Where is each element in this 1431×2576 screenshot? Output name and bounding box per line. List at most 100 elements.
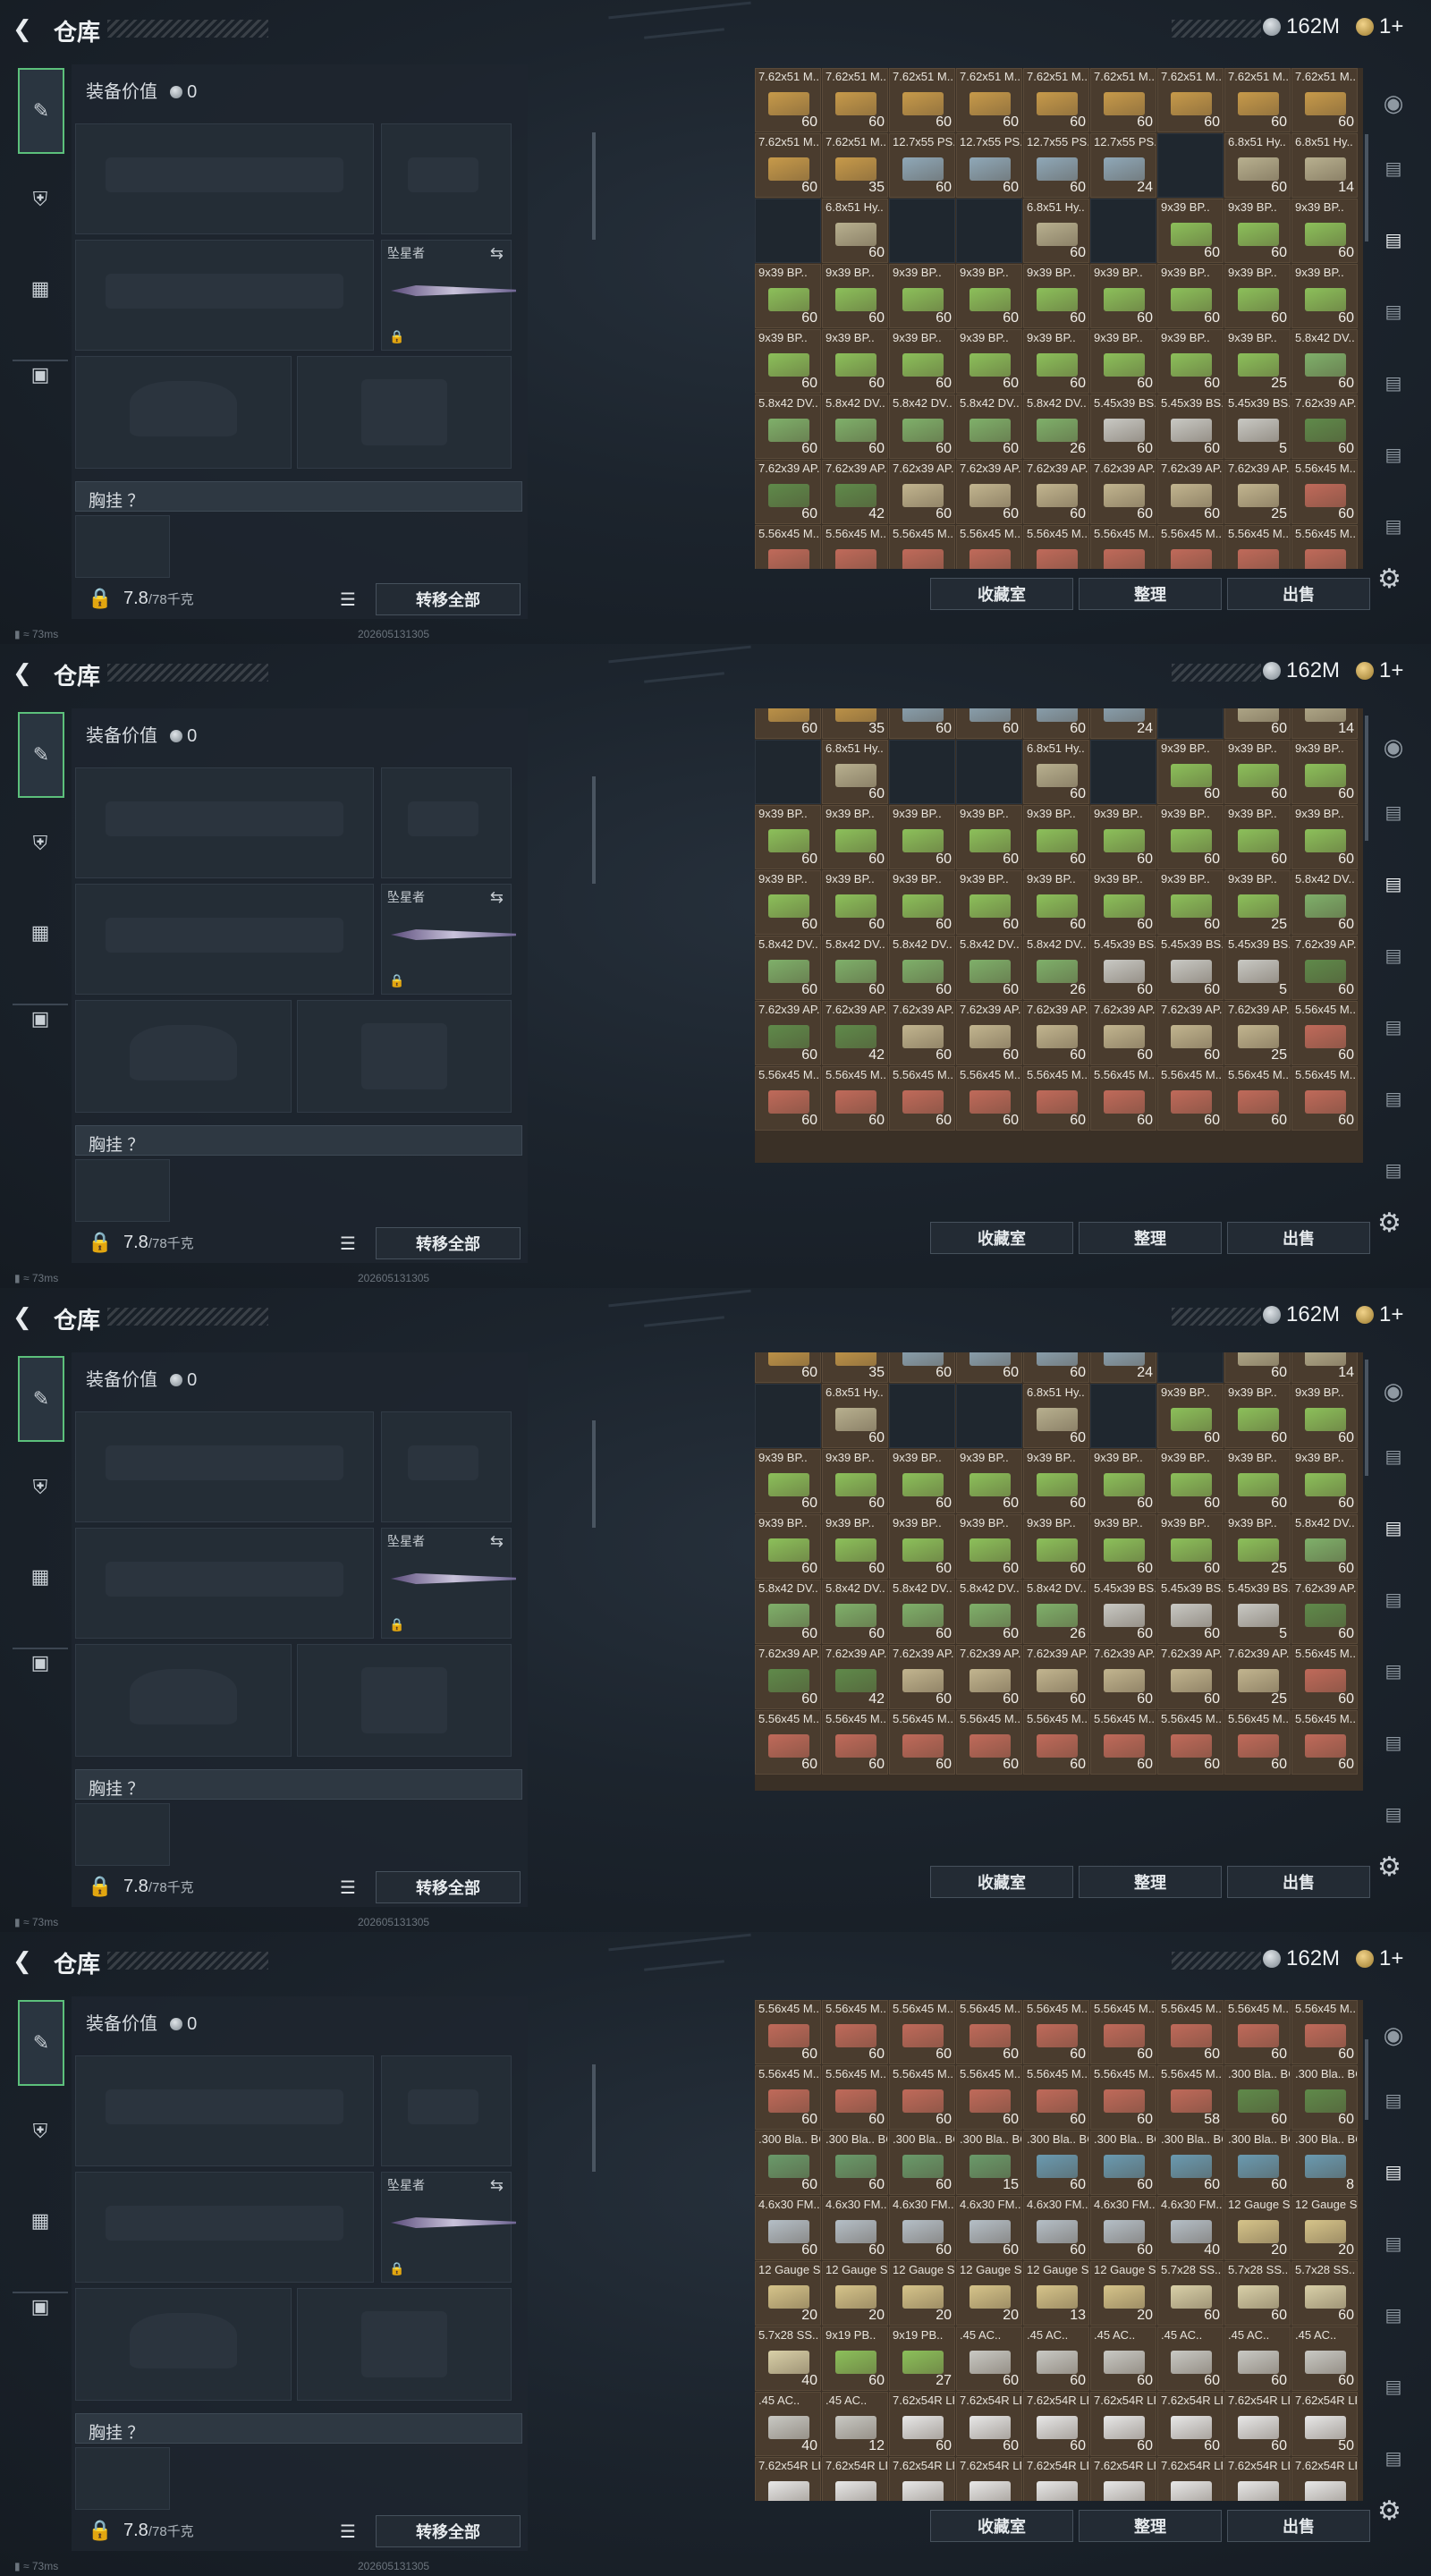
stash-page-icon[interactable]: ▤ [1377,1803,1410,1830]
ammo-item[interactable]: 5.8x42 DV.. 60 [822,1580,888,1644]
primary-weapon-slot[interactable] [75,2055,374,2166]
primary-weapon-slot[interactable] [75,123,374,234]
ammo-item[interactable]: 5.56x45 M.. 58 [1157,2065,1224,2130]
ammo-item[interactable]: 9x39 BP.. 60 [956,805,1022,869]
ammo-item[interactable]: 9x39 BP.. 60 [1023,805,1089,869]
ammo-item[interactable]: 9x39 BP.. 60 [956,870,1022,935]
sell-button[interactable]: 出售 [1227,2510,1370,2542]
sell-button[interactable]: 出售 [1227,1866,1370,1898]
container-icon[interactable]: ◉ [1377,89,1410,116]
ammo-item[interactable]: 9x39 BP.. 60 [956,329,1022,394]
ammo-item[interactable]: 9x19 PB.. 60 [822,2326,888,2391]
ammo-item[interactable]: 5.56x45 M.. 60 [1023,1066,1089,1131]
ammo-item[interactable]: 5.56x45 M.. 60 [822,1066,888,1131]
ammo-item[interactable]: 5.56x45 M.. 60 [1224,2000,1291,2064]
stash-page-icon[interactable]: ▤ [1377,1660,1410,1687]
ammo-item[interactable]: 9x39 BP.. 60 [1291,740,1358,804]
ammo-item[interactable]: 5.56x45 M.. [1224,525,1291,569]
ammo-item[interactable]: 5.8x42 DV.. 26 [1023,394,1089,459]
ammo-item[interactable]: 5.45x39 BS.. 60 [1157,394,1224,459]
ammo-item[interactable]: 12.7x55 PS.. 60 [889,133,955,198]
ammo-item[interactable]: 9x39 BP.. 60 [822,1449,888,1513]
ammo-item[interactable]: 9x39 BP.. 60 [1023,264,1089,328]
swap-icon[interactable]: ⇆ [490,1532,504,1551]
tab-armor[interactable]: ⛨ [18,177,63,222]
ammo-item[interactable]: 9x39 BP.. 60 [1157,329,1224,394]
ammo-item[interactable]: .300 Bla.. BC.. 60 [1291,2065,1358,2130]
ammo-item[interactable]: 5.56x45 M.. 60 [1090,2065,1156,2130]
ammo-item[interactable]: 5.56x45 M.. 60 [755,2065,821,2130]
ammo-item[interactable]: 5.8x42 DV.. 60 [956,1580,1022,1644]
ammo-item[interactable]: 5.8x42 DV.. 26 [1023,936,1089,1000]
stash-page-active-icon[interactable]: ▤ [1377,1517,1410,1544]
ammo-item[interactable]: 5.7x28 SS.. 60 [1157,2261,1224,2326]
ammo-item[interactable]: 7.62x51 M.. 60 [1090,68,1156,132]
ammo-item[interactable]: 7.62x51 M.. 60 [889,68,955,132]
ammo-item[interactable]: 7.62x39 AP.. 60 [755,1645,821,1709]
ammo-item[interactable]: 24 [1090,1352,1156,1383]
ammo-item[interactable]: 12 Gauge S.. 20 [822,2261,888,2326]
ammo-item[interactable]: 60 [956,708,1022,739]
chest-rig-header[interactable]: 胸挂 ？ [75,1769,522,1800]
ammo-item[interactable]: 7.62x39 AP.. 42 [822,460,888,524]
ammo-item[interactable]: 60 [889,708,955,739]
empty-slot[interactable] [889,1384,955,1448]
ammo-item[interactable]: 6.8x51 Hy.. 14 [1291,133,1358,198]
ammo-item[interactable]: .45 AC.. 12 [822,2392,888,2456]
tab-weapons[interactable]: ✎ [18,68,64,154]
ammo-item[interactable]: 7.62x39 AP.. 60 [1023,460,1089,524]
ammo-item[interactable]: 7.62x54R LP.. [755,2457,821,2501]
ammo-item[interactable]: 6.8x51 Hy.. 60 [1023,1384,1089,1448]
ammo-item[interactable]: 7.62x54R LP.. 60 [956,2392,1022,2456]
ammo-item[interactable]: 5.56x45 M.. 60 [1090,1710,1156,1775]
chest-rig-header[interactable]: 胸挂 ？ [75,2413,522,2444]
ammo-item[interactable]: 7.62x54R LP.. 60 [1090,2392,1156,2456]
tab-weapons[interactable]: ✎ [18,1356,64,1442]
ammo-item[interactable]: 9x39 BP.. 60 [755,1449,821,1513]
ammo-item[interactable]: 7.62x51 M.. 60 [755,133,821,198]
ammo-item[interactable]: 9x39 BP.. 60 [1023,1449,1089,1513]
ammo-item[interactable]: 9x39 BP.. 60 [1023,870,1089,935]
stash-page-icon[interactable]: ▤ [1377,2304,1410,2331]
ammo-item[interactable]: 5.8x42 DV.. 60 [889,1580,955,1644]
ammo-item[interactable]: 7.62x39 AP.. 60 [889,460,955,524]
ammo-item[interactable]: 7.62x39 AP.. 60 [755,460,821,524]
ammo-item[interactable]: 7.62x39 AP.. 60 [1090,1645,1156,1709]
tab-weapons[interactable]: ✎ [18,2000,64,2086]
ammo-item[interactable]: 5.8x42 DV.. 60 [822,936,888,1000]
ammo-item[interactable]: 24 [1090,708,1156,739]
ammo-item[interactable]: 5.8x42 DV.. 60 [1291,1514,1358,1579]
ammo-item[interactable]: 12.7x55 PS.. 60 [1023,133,1089,198]
ammo-item[interactable]: 60 [755,1352,821,1383]
stash-page-icon[interactable]: ▤ [1377,2233,1410,2259]
ammo-item[interactable]: 7.62x39 AP.. 25 [1224,1645,1291,1709]
ammo-item[interactable]: 5.45x39 BS.. 5 [1224,1580,1291,1644]
ammo-item[interactable]: 7.62x54R LP.. [1090,2457,1156,2501]
ammo-item[interactable]: 7.62x51 M.. 60 [1224,68,1291,132]
empty-slot[interactable] [1157,1352,1224,1383]
ammo-item[interactable]: 9x39 BP.. 60 [822,870,888,935]
container-icon[interactable]: ◉ [1377,2021,1410,2048]
ammo-item[interactable]: 5.7x28 SS.. 60 [1291,2261,1358,2326]
ammo-item[interactable]: 9x39 BP.. 60 [755,870,821,935]
ammo-item[interactable]: .300 Bla.. BC.. 60 [1224,2131,1291,2195]
pistol-slot[interactable] [381,1411,512,1522]
list-icon[interactable]: ☰ [340,2521,356,2543]
ammo-item[interactable]: 5.56x45 M.. 60 [1291,1710,1358,1775]
empty-slot[interactable] [956,740,1022,804]
helmet-slot[interactable] [75,1644,292,1757]
ammo-item[interactable]: 7.62x39 AP.. 60 [956,460,1022,524]
ammo-item[interactable]: 9x39 BP.. 25 [1224,329,1291,394]
ammo-item[interactable]: 5.8x42 DV.. 60 [1291,870,1358,935]
ammo-item[interactable]: 9x39 BP.. 60 [822,329,888,394]
empty-slot[interactable] [956,1384,1022,1448]
ammo-item[interactable]: 60 [1224,708,1291,739]
ammo-item[interactable]: 5.56x45 M.. 60 [822,1710,888,1775]
ammo-item[interactable]: 5.56x45 M.. 60 [1157,1066,1224,1131]
empty-slot[interactable] [956,199,1022,263]
ammo-item[interactable]: 5.8x42 DV.. 60 [822,394,888,459]
pistol-slot[interactable] [381,123,512,234]
ammo-item[interactable]: 7.62x54R LP.. [1157,2457,1224,2501]
ammo-item[interactable]: 7.62x39 AP.. 60 [1090,460,1156,524]
stash-page-icon[interactable]: ▤ [1377,801,1410,828]
